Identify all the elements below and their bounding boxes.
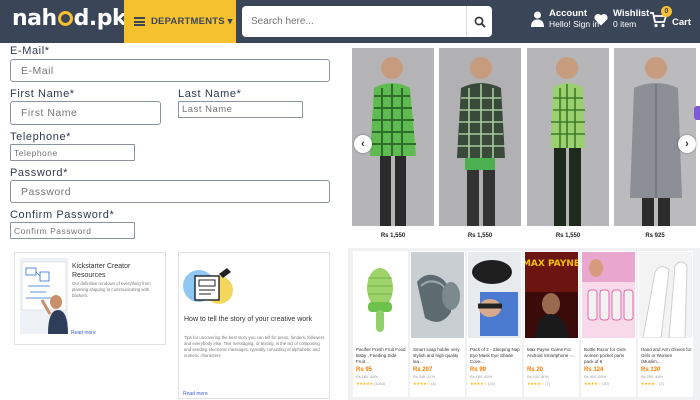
product-image (582, 252, 635, 338)
search-input[interactable] (242, 6, 466, 37)
confirm-password-label: Confirm Password* (10, 209, 115, 221)
product-rating: ★★★★☆ (4) (413, 382, 436, 386)
carousel-price: Rs 1,550 (380, 233, 406, 239)
product-price: Rs 207 (413, 367, 433, 373)
carousel-prev-button[interactable]: ‹ (354, 135, 372, 153)
product-old-price: Rs 180 -48% (356, 375, 378, 379)
cart-label: Cart (672, 16, 692, 28)
product-rating: ★★★★☆ (30) (584, 382, 609, 386)
last-name-field[interactable] (178, 101, 303, 118)
product-old-price: Rs 250 -48% (641, 375, 663, 379)
product-card[interactable]: Bottle Razor for Girls women pocket part… (581, 251, 636, 397)
product-name: Pacifier Fresh Fruit Food Baby , Feeding… (356, 347, 406, 364)
whiteboard-image (20, 258, 68, 334)
product-image (468, 252, 521, 338)
confirm-password-field[interactable] (10, 222, 135, 239)
site-logo[interactable]: nah d.pk (12, 6, 127, 31)
telephone-field[interactable] (10, 144, 135, 161)
account-title: Account (549, 8, 587, 19)
read-more-link[interactable]: Read more (183, 391, 208, 397)
product-rating: ★★★★☆ (24) (470, 382, 495, 386)
password-label: Password* (10, 167, 68, 179)
telephone-label: Telephone* (10, 131, 72, 143)
user-icon (531, 11, 544, 27)
product-carousel: ‹ › Rs 1,550 Rs 1,550 Rs 1,550 Rs 925 (348, 43, 700, 248)
product-old-price: Rs 100 -80% (527, 375, 549, 379)
product-price: Rs 95 (356, 367, 373, 373)
svg-text:MAX PAYNE: MAX PAYNE (525, 259, 578, 269)
carousel-price: Rs 1,550 (467, 233, 493, 239)
carousel-price: Rs 925 (645, 233, 665, 239)
product-card[interactable]: Pacifier Fresh Fruit Food Baby , Feeding… (353, 251, 408, 397)
product-old-price: Rs 349 -41% (413, 375, 435, 379)
product-rating: ★★★★★ (1004) (356, 382, 386, 386)
product-image: MAX PAYNE (525, 252, 578, 338)
product-name: Bottle Razor for Girls women pocket part… (584, 347, 626, 364)
cart-link[interactable]: 0 Cart (649, 6, 692, 33)
cart-count-badge: 0 (661, 6, 672, 17)
carousel-price: Rs 1,550 (555, 233, 581, 239)
account-link[interactable]: Account Hello! Sign in (531, 8, 599, 30)
product-rating: ★★★★☆ (2) (641, 382, 664, 386)
email-label: E-Mail* (10, 45, 50, 57)
wishlist-title: Wishlist (613, 8, 650, 19)
wishlist-link[interactable]: Wishlist 0 item (594, 8, 649, 30)
chevron-left-icon: ‹ (361, 138, 365, 150)
product-image (411, 252, 464, 338)
product-price: Rs 20 (527, 367, 544, 373)
model-light-check-shirt-image (527, 48, 609, 226)
departments-button[interactable]: DEPARTMENTS ▾ (124, 0, 236, 43)
product-price: Rs 130 (641, 367, 661, 373)
departments-label: DEPARTMENTS ▾ (151, 16, 233, 27)
blog-card-desc: Our definitive rundown of everything fro… (72, 281, 151, 298)
product-name: Smart soap holder very stylish and high … (413, 347, 460, 364)
product-old-price: Rs 180 -45% (470, 375, 492, 379)
first-name-field[interactable] (10, 101, 161, 125)
email-field[interactable] (10, 59, 330, 82)
product-price: Rs 99 (470, 367, 487, 373)
carousel-next-button[interactable]: › (678, 135, 696, 153)
last-name-label: Last Name* (178, 88, 242, 100)
logo-ring-icon (57, 11, 73, 26)
registration-form: E-Mail* First Name* Last Name* Telephone… (0, 43, 345, 248)
carousel-slide[interactable] (439, 48, 521, 226)
product-price: Rs 124 (584, 367, 604, 373)
product-image (639, 252, 692, 338)
first-name-label: First Name* (10, 88, 75, 100)
product-name: Pack of 2 - Sleeping Nap Eye Mask Eye Sh… (470, 347, 520, 364)
blog-card-desc: Tips for uncovering the best story you c… (184, 335, 325, 358)
blog-card-title: How to tell the story of your creative w… (184, 316, 312, 323)
search-bar (242, 6, 492, 37)
password-field[interactable] (10, 180, 330, 203)
side-tab-handle[interactable] (694, 106, 700, 120)
blog-card[interactable]: Kickstarter Creator Resources Our defini… (14, 252, 166, 345)
product-name: Max Payne Game For Android Smartphone -.… (527, 347, 575, 358)
product-grid: Pacifier Fresh Fruit Food Baby , Feeding… (348, 248, 700, 400)
product-name: Hand and Arm Gloves for Girls or Women (… (641, 347, 692, 364)
product-card[interactable]: Hand and Arm Gloves for Girls or Women (… (638, 251, 693, 397)
chevron-right-icon: › (685, 138, 689, 150)
storyboard-image (181, 260, 239, 312)
account-subtitle: Hello! Sign in (549, 19, 600, 29)
product-image (354, 252, 407, 338)
hamburger-icon (134, 17, 145, 26)
read-more-link[interactable]: Read more (71, 330, 96, 336)
product-card[interactable]: Smart soap holder very stylish and high … (410, 251, 465, 397)
top-navbar: nahd.pk DEPARTMENTS ▾ Account Hello! Sig… (0, 0, 700, 43)
blog-card[interactable]: How to tell the story of your creative w… (178, 252, 330, 399)
wishlist-count: 0 item (613, 19, 637, 29)
blog-card-title: Kickstarter Creator Resources (72, 263, 131, 279)
product-card[interactable]: MAX PAYNE Max Payne Game For Android Sma… (524, 251, 579, 397)
heart-icon (594, 13, 608, 25)
carousel-slide[interactable] (527, 48, 609, 226)
product-card[interactable]: Pack of 2 - Sleeping Nap Eye Mask Eye Sh… (467, 251, 522, 397)
search-button[interactable] (466, 6, 492, 37)
product-rating: ★★★★☆ (7) (527, 382, 550, 386)
model-dark-check-shirt-image (439, 48, 521, 226)
search-icon (474, 16, 486, 28)
product-old-price: Rs 400 -69% (584, 375, 606, 379)
